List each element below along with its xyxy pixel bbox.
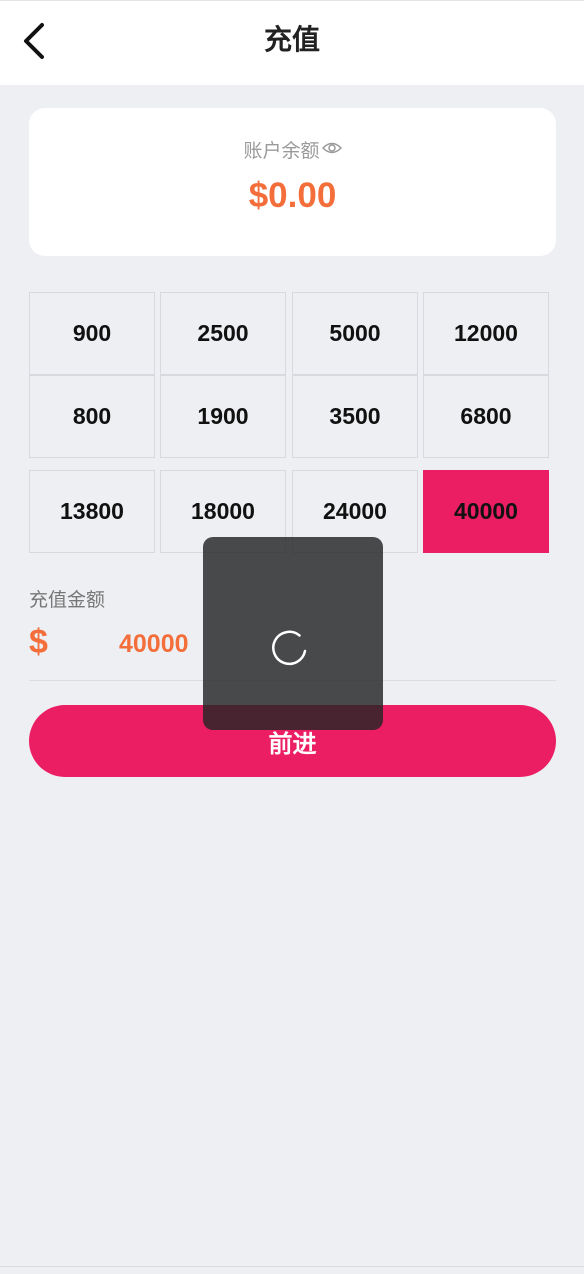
recharge-page: 充值 账户余额 $0.00 900 2500 5000 12000 800 19…	[0, 0, 584, 1274]
eye-icon[interactable]	[321, 138, 342, 160]
loading-toast	[203, 537, 383, 730]
top-bar: 充值	[0, 0, 584, 85]
amount-option-1900[interactable]: 1900	[160, 375, 286, 458]
currency-symbol: $	[29, 623, 48, 661]
amount-option-5000[interactable]: 5000	[292, 292, 418, 375]
amount-option-6800[interactable]: 6800	[423, 375, 549, 458]
spinner-icon	[272, 630, 307, 666]
balance-label: 账户余额	[243, 139, 320, 162]
balance-value: $0.00	[248, 176, 337, 215]
amount-option-40000[interactable]: 40000	[423, 470, 549, 553]
amount-option-13800[interactable]: 13800	[29, 470, 155, 553]
page-title: 充值	[263, 23, 320, 56]
amount-option-3500[interactable]: 3500	[292, 375, 418, 458]
balance-label-row: 账户余额	[29, 136, 556, 162]
amount-option-2500[interactable]: 2500	[160, 292, 286, 375]
amount-option-12000[interactable]: 12000	[423, 292, 549, 375]
recharge-amount-label: 充值金额	[29, 589, 106, 611]
balance-card: 账户余额 $0.00	[29, 108, 556, 256]
bottom-divider	[0, 1266, 584, 1267]
amount-option-900[interactable]: 900	[29, 292, 155, 375]
amount-option-800[interactable]: 800	[29, 375, 155, 458]
